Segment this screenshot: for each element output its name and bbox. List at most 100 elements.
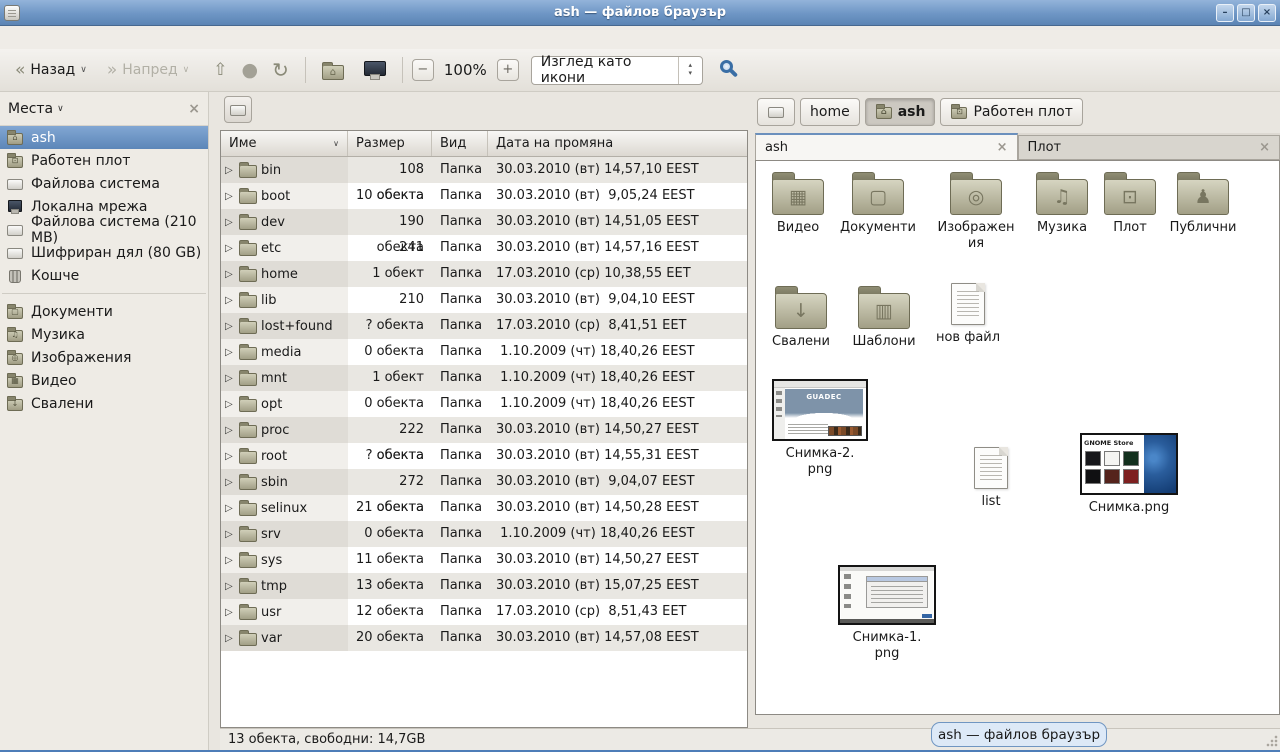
sidebar-item[interactable]: ◎ Изображения — [0, 346, 208, 369]
sidebar-item[interactable]: ▢ Документи — [0, 300, 208, 323]
zoom-in-button[interactable]: + — [497, 59, 519, 81]
up-button[interactable]: ⇧ — [206, 58, 234, 83]
expander-icon[interactable]: ▷ — [225, 607, 235, 618]
table-row[interactable]: ▷ opt 0 обекта Папка 1.10.2009 (чт) 18,4… — [221, 391, 747, 417]
minimize-button[interactable]: – — [1216, 4, 1234, 22]
table-row[interactable]: ▷ proc 222 обекта Папка 30.03.2010 (вт) … — [221, 417, 747, 443]
menu-item[interactable] — [72, 36, 90, 40]
sidebar-item[interactable]: Файлова система (210 MB) — [0, 218, 208, 241]
expander-icon[interactable]: ▷ — [225, 321, 235, 332]
expander-icon[interactable]: ▷ — [225, 529, 235, 540]
table-row[interactable]: ▷ bin 108 обекта Папка 30.03.2010 (вт) 1… — [221, 157, 747, 183]
file-icon-video[interactable]: ▦ Видео — [756, 169, 840, 236]
sidebar-splitter[interactable] — [208, 92, 220, 750]
resize-grip[interactable] — [1266, 735, 1278, 747]
tab-ash[interactable]: ash × — [755, 133, 1018, 160]
sidebar-item[interactable]: Шифриран дял (80 GB) — [0, 241, 208, 264]
expander-icon[interactable]: ▷ — [225, 347, 235, 358]
table-row[interactable]: ▷ media 0 обекта Папка 1.10.2009 (чт) 18… — [221, 339, 747, 365]
table-row[interactable]: ▷ home 1 обект Папка 17.03.2010 (ср) 10,… — [221, 261, 747, 287]
expander-icon[interactable]: ▷ — [225, 165, 235, 176]
file-icon-documents[interactable]: ▢ Документи — [836, 169, 920, 236]
file-icon-list[interactable]: list — [949, 443, 1033, 510]
maximize-button[interactable]: □ — [1237, 4, 1255, 22]
table-row[interactable]: ▷ dev 190 обекта Папка 30.03.2010 (вт) 1… — [221, 209, 747, 235]
column-header-name[interactable]: Име ∨ — [221, 131, 348, 156]
file-icon-desktop[interactable]: ⊡ Плот — [1088, 169, 1172, 236]
file-icon-downloads[interactable]: ↓ Свалени — [759, 283, 843, 350]
column-header-date[interactable]: Дата на промяна — [488, 131, 747, 156]
table-row[interactable]: ▷ mnt 1 обект Папка 1.10.2009 (чт) 18,40… — [221, 365, 747, 391]
stop-button[interactable]: ● — [235, 57, 266, 84]
file-icon-new-file[interactable]: нов файл — [926, 279, 1010, 346]
back-dropdown-icon[interactable]: ∨ — [80, 65, 87, 75]
expander-icon[interactable]: ▷ — [225, 477, 235, 488]
menu-item[interactable] — [6, 36, 24, 40]
table-row[interactable]: ▷ srv 0 обекта Папка 1.10.2009 (чт) 18,4… — [221, 521, 747, 547]
expander-icon[interactable]: ▷ — [225, 555, 235, 566]
panel-splitter[interactable] — [748, 92, 755, 728]
table-row[interactable]: ▷ var 20 обекта Папка 30.03.2010 (вт) 14… — [221, 625, 747, 651]
expander-icon[interactable]: ▷ — [225, 191, 235, 202]
expander-icon[interactable]: ▷ — [225, 425, 235, 436]
computer-button[interactable] — [357, 61, 393, 80]
expander-icon[interactable]: ▷ — [225, 581, 235, 592]
path-current-button[interactable]: ⌂ ash — [865, 98, 936, 126]
sidebar-title[interactable]: Места — [8, 101, 53, 117]
file-icon-public[interactable]: ♟ Публични — [1161, 169, 1245, 236]
expander-icon[interactable]: ▷ — [225, 503, 235, 514]
sidebar-item[interactable]: ⌂ ash — [0, 126, 208, 149]
sidebar-close-icon[interactable]: × — [188, 101, 200, 117]
expander-icon[interactable]: ▷ — [225, 399, 235, 410]
expander-icon[interactable]: ▷ — [225, 243, 235, 254]
file-icon-templates[interactable]: ▥ Шаблони — [842, 283, 926, 350]
sidebar-item[interactable]: ♫ Музика — [0, 323, 208, 346]
home-button[interactable]: ⌂ — [315, 57, 351, 84]
file-icon-snimka[interactable]: GNOME Store Снимка.png — [1084, 433, 1174, 516]
expander-icon[interactable]: ▷ — [225, 451, 235, 462]
menu-item[interactable] — [50, 36, 68, 40]
combo-spinner-icon[interactable]: ▴▾ — [678, 57, 702, 84]
tab-close-icon[interactable]: × — [1259, 140, 1270, 155]
sidebar-item[interactable]: Кошче — [0, 264, 208, 287]
sidebar-item[interactable]: ↓ Свалени — [0, 392, 208, 415]
path-root-button[interactable] — [757, 98, 795, 126]
search-button[interactable] — [717, 57, 743, 83]
table-row[interactable]: ▷ usr 12 обекта Папка 17.03.2010 (ср) 8,… — [221, 599, 747, 625]
table-row[interactable]: ▷ boot 10 обекта Папка 30.03.2010 (вт) 9… — [221, 183, 747, 209]
reload-button[interactable]: ↻ — [265, 56, 296, 84]
tab-plot[interactable]: Плот × — [1018, 135, 1280, 160]
file-icon-snimka-2[interactable]: GUADEC Снимка-2.png — [778, 379, 862, 477]
menu-item[interactable] — [94, 36, 112, 40]
table-row[interactable]: ▷ tmp 13 обекта Папка 30.03.2010 (вт) 15… — [221, 573, 747, 599]
table-row[interactable]: ▷ sys 11 обекта Папка 30.03.2010 (вт) 14… — [221, 547, 747, 573]
icon-view[interactable]: ▦ Видео ▢ Документи ◎ Изображения ♫ Музи… — [755, 160, 1280, 715]
expander-icon[interactable]: ▷ — [225, 269, 235, 280]
table-row[interactable]: ▷ lib 210 обекта Папка 30.03.2010 (вт) 9… — [221, 287, 747, 313]
sidebar-item[interactable]: ⊡ Работен плот — [0, 149, 208, 172]
column-header-size[interactable]: Размер — [348, 131, 432, 156]
window-list-button[interactable]: ash — файлов браузър — [931, 722, 1107, 747]
file-icon-snimka-1[interactable]: Снимка-1.png — [842, 565, 932, 661]
table-row[interactable]: ▷ root ? обекта Папка 30.03.2010 (вт) 14… — [221, 443, 747, 469]
tab-close-icon[interactable]: × — [997, 140, 1008, 155]
zoom-out-button[interactable]: − — [412, 59, 434, 81]
sidebar-item[interactable]: Файлова система — [0, 172, 208, 195]
menu-item[interactable] — [116, 36, 134, 40]
file-icon-pictures[interactable]: ◎ Изображения — [931, 169, 1021, 251]
expander-icon[interactable]: ▷ — [225, 217, 235, 228]
table-row[interactable]: ▷ selinux 21 обекта Папка 30.03.2010 (вт… — [221, 495, 747, 521]
expander-icon[interactable]: ▷ — [225, 633, 235, 644]
table-row[interactable]: ▷ sbin 272 обекта Папка 30.03.2010 (вт) … — [221, 469, 747, 495]
view-mode-select[interactable]: Изглед като икони ▴▾ — [531, 56, 703, 85]
close-button[interactable]: × — [1258, 4, 1276, 22]
expander-icon[interactable]: ▷ — [225, 295, 235, 306]
table-row[interactable]: ▷ lost+found ? обекта Папка 17.03.2010 (… — [221, 313, 747, 339]
sidebar-item[interactable]: ▦ Видео — [0, 369, 208, 392]
titlebar[interactable]: ash — файлов браузър – □ × — [0, 0, 1280, 26]
menu-item[interactable] — [28, 36, 46, 40]
table-row[interactable]: ▷ etc 241 обекта Папка 30.03.2010 (вт) 1… — [221, 235, 747, 261]
back-button[interactable]: « Назад ∨ — [8, 58, 94, 83]
column-header-type[interactable]: Вид — [432, 131, 488, 156]
tree-root-button[interactable] — [224, 96, 252, 123]
